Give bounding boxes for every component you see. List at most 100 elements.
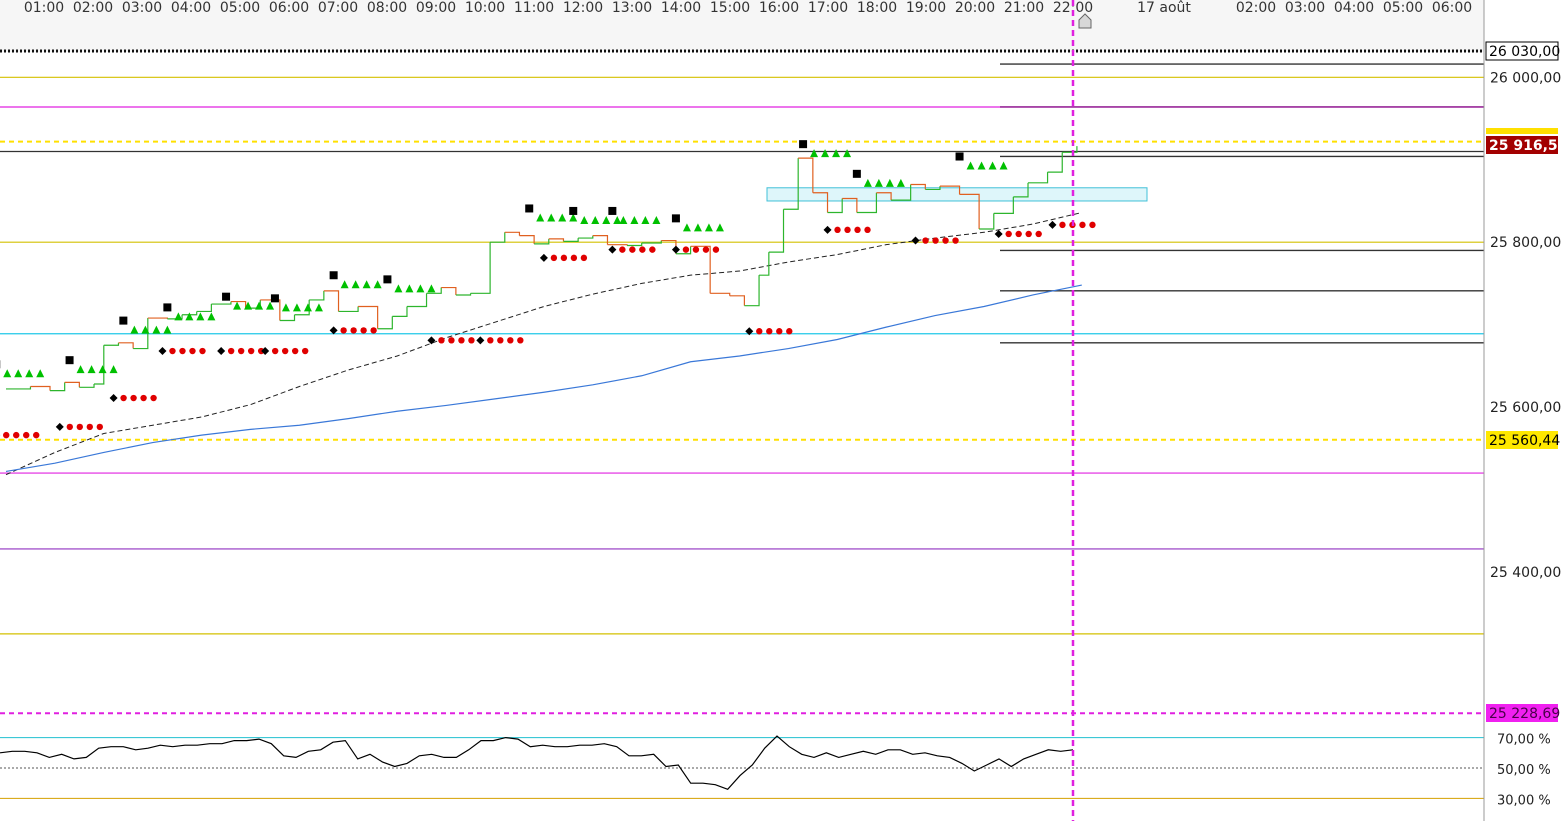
sar-down-dot (1059, 221, 1066, 229)
sar-down-dot (13, 431, 20, 439)
sar-down-dot (120, 394, 127, 402)
time-tick-label: 07:00 (318, 0, 358, 16)
time-tick-label: 01:00 (24, 0, 64, 16)
time-tick-label: 02:00 (1236, 0, 1276, 16)
oscillator-tick-label: 50,00 % (1497, 763, 1551, 778)
sar-down-dot (291, 347, 299, 355)
time-tick-label: 04:00 (1334, 0, 1374, 16)
sar-down-dot (756, 328, 763, 335)
sar-up-anchor-10 (608, 206, 617, 215)
sar-down-dot (227, 347, 235, 355)
sar-down-dot (580, 254, 588, 262)
sar-down-dot (570, 254, 578, 262)
sar-down-dot (199, 347, 206, 355)
time-tick-label: 17 août (1137, 0, 1191, 16)
price-tick-label: 25 800,00 (1490, 235, 1561, 251)
time-tick-label: 18:00 (857, 0, 897, 16)
sar-down-dot (130, 394, 137, 402)
oscillator-panel (0, 718, 1484, 821)
current-price-tag-accent (1486, 128, 1558, 134)
sar-down-dot (23, 431, 30, 439)
sar-down-dot (834, 226, 841, 234)
sar-down-dot (942, 237, 949, 244)
sar-down-dot (169, 347, 176, 355)
resistance-zone (766, 187, 1148, 202)
sar-down-dot (247, 347, 255, 355)
sar-down-dot (629, 246, 636, 253)
price-tags: 26 030,00 25 916,50 25 560,44 25 228,69 (1485, 41, 1566, 722)
sar-up-anchor-5 (270, 294, 279, 303)
sar-down-dot (1015, 230, 1022, 238)
sar-up-anchor-3 (163, 303, 172, 312)
time-tick-label: 06:00 (269, 0, 309, 16)
sar-up-anchor-1 (65, 356, 74, 365)
sar-down-dot (438, 337, 445, 344)
sar-down-dot (952, 237, 959, 244)
oscillator-background (0, 718, 1484, 821)
top-price-tag-label: 26 030,00 (1489, 44, 1560, 60)
sar-down-dot (550, 254, 558, 262)
sar-down-dot (237, 347, 245, 355)
sar-down-dot (281, 347, 289, 355)
sar-down-dot (96, 423, 103, 431)
magenta-level-tag-label: 25 228,69 (1489, 706, 1560, 722)
sar-up-anchor-11 (671, 214, 680, 223)
sar-down-dot (639, 246, 646, 253)
time-tick-label: 09:00 (416, 0, 456, 16)
price-tick-label: 26 000,00 (1490, 70, 1561, 86)
sar-up-anchor-7 (383, 275, 392, 284)
sar-down-dot (271, 347, 279, 355)
price-tick-label: 25 400,00 (1490, 565, 1561, 581)
sar-up-anchor-9 (569, 206, 578, 215)
sar-down-dot (370, 327, 377, 334)
sar-down-dot (1035, 230, 1042, 238)
time-tick-label: 05:00 (1383, 0, 1423, 16)
sar-down-dot (33, 431, 40, 439)
sar-up-anchor-14 (955, 152, 964, 161)
sar-down-dot (86, 423, 93, 431)
time-tick-label: 20:00 (955, 0, 995, 16)
sar-down-dot (468, 337, 475, 344)
sar-down-dot (702, 246, 710, 253)
time-tick-label: 11:00 (514, 0, 554, 16)
price-tick-label: 25 600,00 (1490, 400, 1561, 416)
sar-down-dot (507, 337, 514, 344)
sar-up-anchor-2 (119, 316, 128, 325)
sar-down-dot (350, 327, 357, 334)
time-tick-label: 03:00 (122, 0, 162, 16)
time-tick-label: 12:00 (563, 0, 603, 16)
price-chart[interactable]: 01:00 02:00 03:00 04:00 05:00 06:00 07:00 08:00… (0, 0, 1566, 821)
yellow-level-tag-label: 25 560,44 (1489, 433, 1560, 449)
sar-up-anchor-6 (329, 271, 338, 280)
sar-down-dot (150, 394, 157, 402)
time-tick-label: 16:00 (759, 0, 799, 16)
time-tick-label: 05:00 (220, 0, 260, 16)
sar-down-dot (1005, 230, 1012, 238)
sar-down-dot (649, 246, 656, 253)
time-tick-label: 21:00 (1004, 0, 1044, 16)
current-price-tag-label: 25 916,50 (1489, 138, 1566, 154)
sar-down-dot (458, 337, 465, 344)
sar-down-dot (712, 246, 720, 253)
sar-down-dot (932, 237, 939, 244)
time-tick-label: 15:00 (710, 0, 750, 16)
time-tick-label: 02:00 (73, 0, 113, 16)
sar-down-dot (854, 226, 861, 234)
sar-down-dot (140, 394, 147, 402)
time-axis: 01:00 02:00 03:00 04:00 05:00 06:00 07:00 08:00… (24, 0, 1472, 16)
sar-down-dot (619, 246, 626, 253)
time-tick-label: 10:00 (465, 0, 505, 16)
sar-down-dot (497, 337, 504, 344)
sar-down-dot (189, 347, 196, 355)
chart-background (0, 0, 1484, 821)
oscillator-tick-label: 30,00 % (1497, 793, 1551, 808)
time-tick-label: 03:00 (1285, 0, 1325, 16)
sar-down-dot (487, 337, 494, 344)
sar-down-dot (682, 246, 690, 253)
sar-down-dot (179, 347, 186, 355)
sar-down-dot (66, 423, 73, 431)
sar-up-anchor-13 (852, 169, 861, 178)
time-tick-label: 04:00 (171, 0, 211, 16)
sar-down-dot (1025, 230, 1032, 238)
time-tick-label: 08:00 (367, 0, 407, 16)
